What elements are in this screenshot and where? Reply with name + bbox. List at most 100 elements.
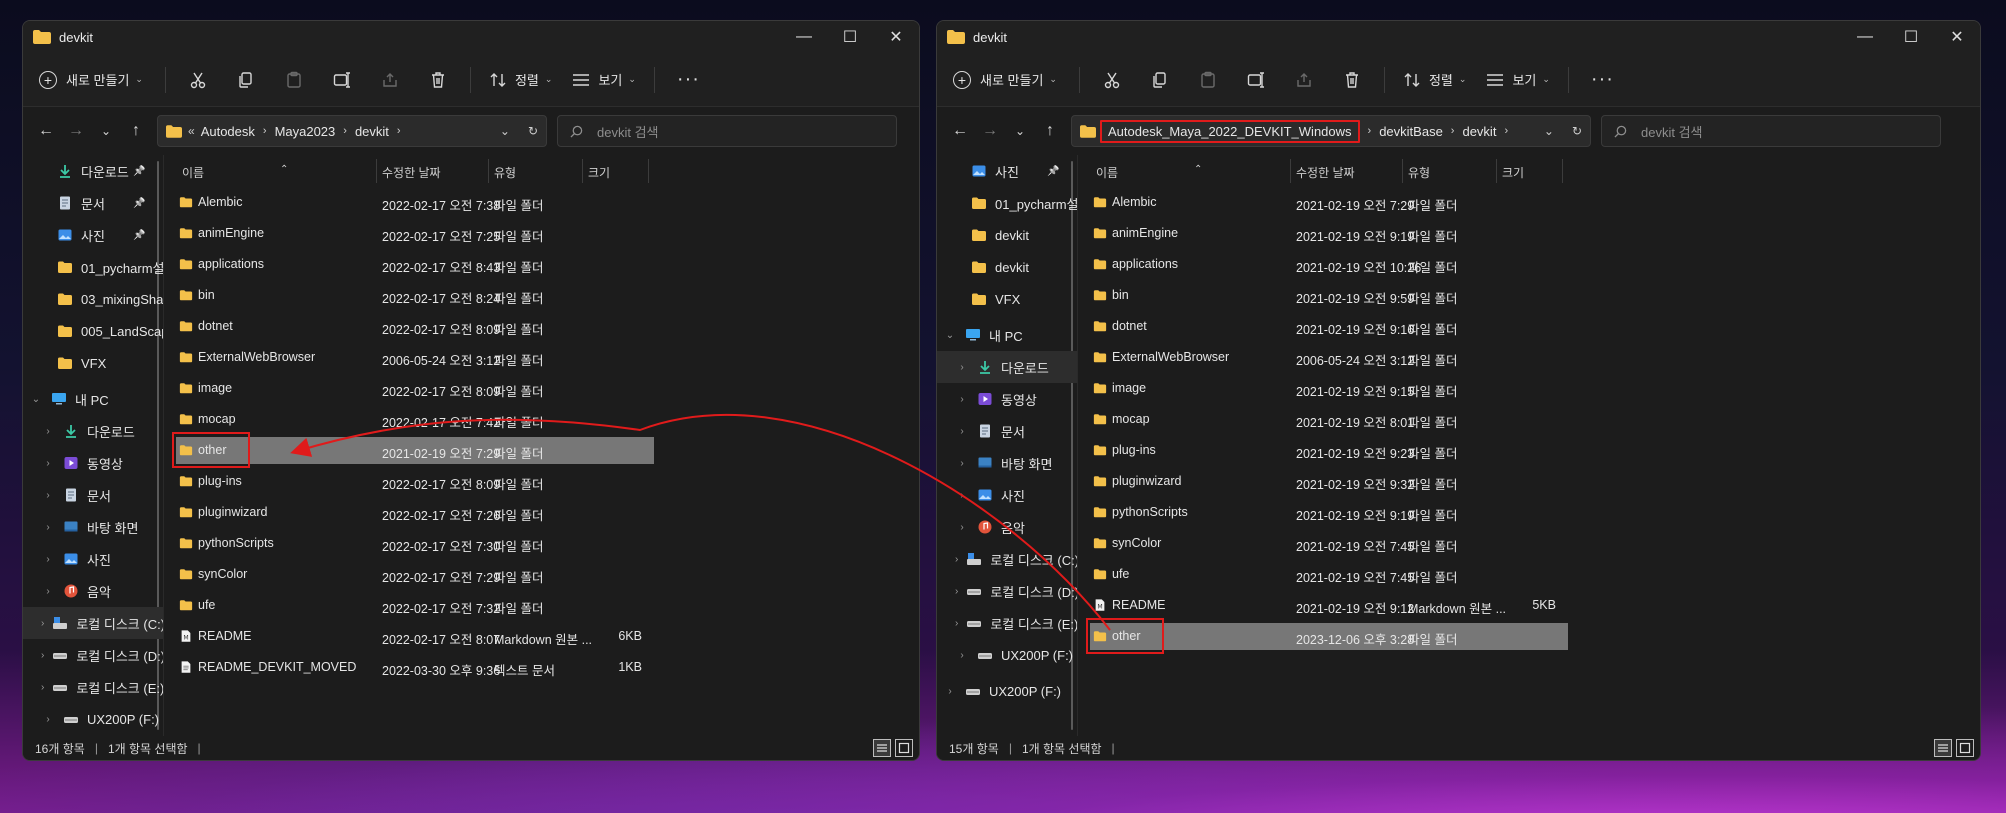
- breadcrumb-item-highlighted[interactable]: Autodesk_Maya_2022_DEVKIT_Windows: [1100, 119, 1360, 143]
- table-row[interactable]: other 2021-02-19 오전 7:29 파일 폴더: [164, 432, 919, 468]
- table-row[interactable]: image 2021-02-19 오전 9:15 파일 폴더: [1078, 373, 1980, 404]
- rename-button[interactable]: [318, 62, 366, 98]
- search-input[interactable]: devkit 검색: [1601, 115, 1941, 147]
- table-row[interactable]: ufe 2021-02-19 오전 7:45 파일 폴더: [1078, 559, 1980, 590]
- back-button[interactable]: ←: [31, 116, 61, 146]
- chevron-right-icon[interactable]: ›: [955, 586, 958, 597]
- column-header-type[interactable]: 유형: [1408, 164, 1430, 181]
- chevron-right-icon[interactable]: ›: [41, 682, 44, 693]
- refresh-icon[interactable]: ↻: [528, 124, 538, 138]
- sidebar-item[interactable]: › 음악: [23, 575, 163, 607]
- sidebar-item[interactable]: › 로컬 디스크 (D:): [23, 639, 163, 671]
- column-header-name[interactable]: 이름: [1096, 164, 1118, 181]
- sidebar-item[interactable]: › 다운로드: [937, 351, 1077, 383]
- chevron-right-icon[interactable]: ›: [41, 426, 55, 437]
- table-row[interactable]: M README 2021-02-19 오전 9:12 Markdown 원본 ...…: [1078, 590, 1980, 621]
- column-divider[interactable]: [1290, 159, 1291, 183]
- chevron-right-icon[interactable]: ›: [955, 650, 969, 661]
- sidebar-item[interactable]: › 다운로드: [23, 415, 163, 447]
- chevron-right-icon[interactable]: ›: [1368, 125, 1372, 137]
- column-header-size[interactable]: 크기: [588, 164, 610, 181]
- sidebar-item[interactable]: › 문서: [937, 415, 1077, 447]
- rename-button[interactable]: [1232, 62, 1280, 98]
- table-row[interactable]: pluginwizard 2022-02-17 오전 7:26 파일 폴더: [164, 497, 919, 528]
- close-button[interactable]: ✕: [873, 21, 919, 53]
- chevron-right-icon[interactable]: ›: [397, 125, 401, 137]
- large-icons-view-button[interactable]: [895, 739, 913, 757]
- sidebar-item[interactable]: › 사진: [23, 543, 163, 575]
- details-view-button[interactable]: [1934, 739, 1952, 757]
- table-row[interactable]: other 2023-12-06 오후 3:28 파일 폴더: [1078, 618, 1980, 654]
- breadcrumb-item[interactable]: devkit: [355, 124, 389, 139]
- address-bar[interactable]: « Autodesk › Maya2023 › devkit › ⌄ ↻: [157, 115, 547, 147]
- breadcrumb-overflow[interactable]: «: [188, 124, 195, 138]
- new-button[interactable]: + 새로 만들기 ⌄: [953, 70, 1057, 89]
- table-row[interactable]: mocap 2021-02-19 오전 8:01 파일 폴더: [1078, 404, 1980, 435]
- sidebar-item[interactable]: › UX200P (F:): [937, 639, 1077, 671]
- minimize-button[interactable]: —: [1842, 21, 1888, 53]
- close-button[interactable]: ✕: [1934, 21, 1980, 53]
- refresh-icon[interactable]: ↻: [1572, 124, 1582, 138]
- column-divider[interactable]: [648, 159, 649, 183]
- table-row[interactable]: plug-ins 2022-02-17 오전 8:09 파일 폴더: [164, 466, 919, 497]
- details-view-button[interactable]: [873, 739, 891, 757]
- table-row[interactable]: dotnet 2021-02-19 오전 9:16 파일 폴더: [1078, 311, 1980, 342]
- maximize-button[interactable]: ☐: [827, 21, 873, 53]
- chevron-right-icon[interactable]: ›: [955, 618, 958, 629]
- chevron-right-icon[interactable]: ›: [41, 618, 44, 629]
- delete-button[interactable]: [414, 62, 462, 98]
- column-divider[interactable]: [1402, 159, 1403, 183]
- copy-button[interactable]: [222, 62, 270, 98]
- table-row[interactable]: dotnet 2022-02-17 오전 8:09 파일 폴더: [164, 311, 919, 342]
- title-bar[interactable]: devkit — ☐ ✕: [937, 21, 1980, 53]
- search-input[interactable]: devkit 검색: [557, 115, 897, 147]
- chevron-right-icon[interactable]: ›: [41, 714, 55, 725]
- table-row[interactable]: pluginwizard 2021-02-19 오전 9:32 파일 폴더: [1078, 466, 1980, 497]
- sort-button[interactable]: 정렬 ⌄: [479, 70, 562, 89]
- sidebar-item[interactable]: › 음악: [937, 511, 1077, 543]
- table-row[interactable]: plug-ins 2021-02-19 오전 9:23 파일 폴더: [1078, 435, 1980, 466]
- share-button[interactable]: [366, 62, 414, 98]
- column-header-size[interactable]: 크기: [1502, 164, 1524, 181]
- sidebar-item[interactable]: › 로컬 디스크 (D:): [937, 575, 1077, 607]
- table-row[interactable]: bin 2022-02-17 오전 8:24 파일 폴더: [164, 280, 919, 311]
- paste-button[interactable]: [1184, 62, 1232, 98]
- sidebar-item[interactable]: › 동영상: [937, 383, 1077, 415]
- address-dropdown-icon[interactable]: ⌄: [500, 124, 510, 138]
- chevron-right-icon[interactable]: ›: [1451, 125, 1455, 137]
- paste-button[interactable]: [270, 62, 318, 98]
- table-row[interactable]: M README 2022-02-17 오전 8:07 Markdown 원본 ...…: [164, 621, 919, 652]
- sidebar-item[interactable]: 다운로드 📌: [23, 155, 163, 187]
- sidebar-item[interactable]: 005_LandScape: [23, 315, 163, 347]
- chevron-right-icon[interactable]: ›: [955, 490, 969, 501]
- cut-button[interactable]: [1088, 62, 1136, 98]
- sidebar-item[interactable]: › 동영상: [23, 447, 163, 479]
- sidebar-item[interactable]: › 로컬 디스크 (E:): [937, 607, 1077, 639]
- table-row[interactable]: ExternalWebBrowser 2006-05-24 오전 3:12 파일 폴…: [164, 342, 919, 373]
- recent-locations-button[interactable]: ⌄: [91, 116, 121, 146]
- up-button[interactable]: ↑: [121, 116, 151, 146]
- sidebar-item[interactable]: 01_pycharm설정: [23, 251, 163, 283]
- recent-locations-button[interactable]: ⌄: [1005, 116, 1035, 146]
- sidebar-item[interactable]: VFX: [23, 347, 163, 379]
- sidebar-item[interactable]: › UX200P (F:): [937, 675, 1077, 707]
- table-row[interactable]: Alembic 2021-02-19 오전 7:29 파일 폴더: [1078, 187, 1980, 218]
- sidebar-item[interactable]: › 바탕 화면: [23, 511, 163, 543]
- cut-button[interactable]: [174, 62, 222, 98]
- table-row[interactable]: bin 2021-02-19 오전 9:59 파일 폴더: [1078, 280, 1980, 311]
- copy-button[interactable]: [1136, 62, 1184, 98]
- sidebar-item[interactable]: devkit: [937, 251, 1077, 283]
- sidebar-item[interactable]: › 로컬 디스크 (E:): [23, 671, 163, 703]
- table-row[interactable]: mocap 2022-02-17 오전 7:42 파일 폴더: [164, 404, 919, 435]
- chevron-right-icon[interactable]: ›: [943, 686, 957, 697]
- sidebar-item[interactable]: › 로컬 디스크 (C:): [937, 543, 1077, 575]
- column-header-date[interactable]: 수정한 날짜: [382, 164, 441, 181]
- chevron-right-icon[interactable]: ›: [41, 650, 44, 661]
- title-bar[interactable]: devkit — ☐ ✕: [23, 21, 919, 53]
- chevron-right-icon[interactable]: ›: [955, 522, 969, 533]
- view-button[interactable]: 보기 ⌄: [562, 70, 645, 89]
- column-divider[interactable]: [582, 159, 583, 183]
- view-button[interactable]: 보기 ⌄: [1476, 70, 1559, 89]
- sidebar-item[interactable]: › 로컬 디스크 (C:): [23, 607, 163, 639]
- table-row[interactable]: README_DEVKIT_MOVED 2022-03-30 오후 9:36 텍스트…: [164, 652, 919, 683]
